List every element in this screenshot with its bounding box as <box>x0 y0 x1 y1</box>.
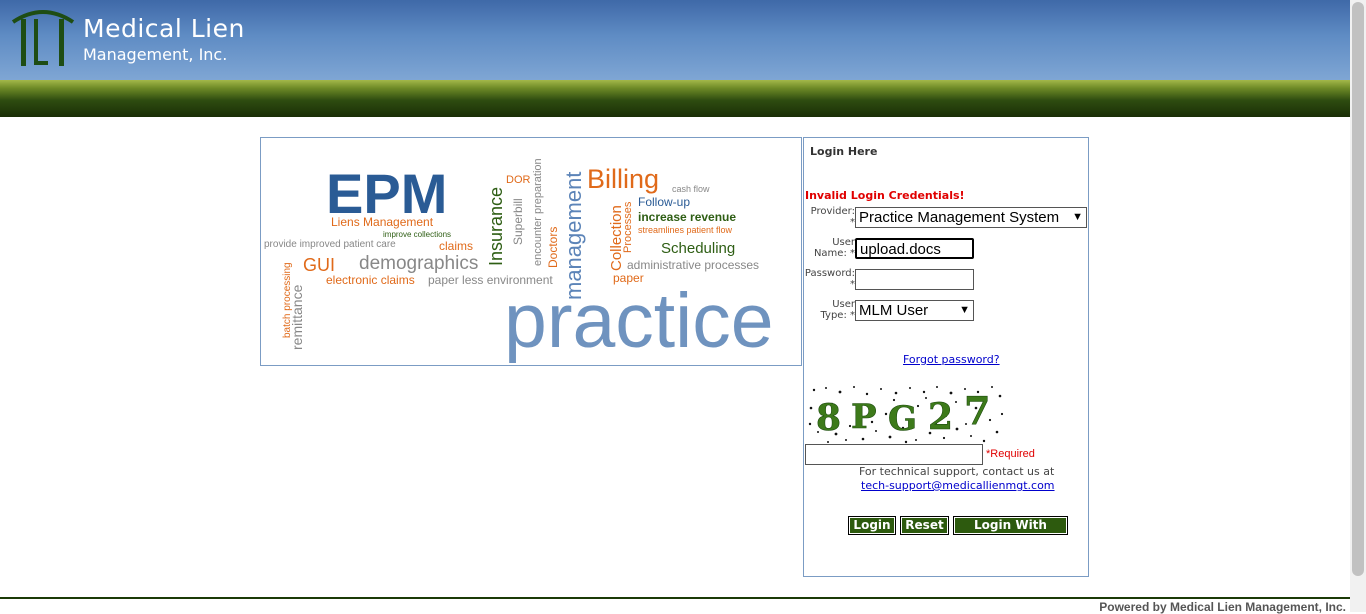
username-label: User Name: * <box>813 237 855 259</box>
word: Liens Management <box>331 215 434 229</box>
reset-button[interactable]: Reset <box>900 516 949 535</box>
captcha-input[interactable] <box>805 444 983 465</box>
usertype-select[interactable]: MLM User ▼ <box>855 300 974 321</box>
logo-title: Medical Lien <box>83 14 245 43</box>
username-input[interactable]: upload.docs <box>855 238 974 259</box>
support-text: For technical support, contact us at <box>859 465 1055 478</box>
word: Doctors <box>546 226 560 268</box>
login-title: Login Here <box>810 145 878 158</box>
svg-text:P: P <box>851 397 877 437</box>
svg-text:G: G <box>888 399 917 439</box>
word: administrative processes <box>627 258 760 272</box>
svg-text:8: 8 <box>816 397 841 439</box>
word: Follow-up <box>638 195 691 209</box>
footer-divider <box>0 597 1350 599</box>
word: practice <box>504 278 774 364</box>
support-email-link[interactable]: tech-support@medicallienmgt.com <box>861 479 1055 492</box>
word: increase revenue <box>638 210 737 224</box>
word: encounter preparation <box>532 158 544 266</box>
word: cash flow <box>672 184 710 194</box>
password-label: Password: * <box>804 268 855 290</box>
word: Processes <box>622 201 634 253</box>
word: improve collections <box>383 230 452 239</box>
error-message: Invalid Login Credentials! <box>805 189 965 202</box>
required-note: *Required <box>986 448 1035 460</box>
login-gmail-button[interactable]: Login With Gmail <box>953 516 1068 549</box>
logo-subtitle: Management, Inc. <box>83 45 228 64</box>
login-button[interactable]: Login <box>848 516 896 535</box>
provider-select[interactable]: Practice Management System ▼ <box>855 207 1087 228</box>
chevron-down-icon: ▼ <box>959 304 970 316</box>
word: provide improved patient care <box>264 239 396 250</box>
login-panel: Login Here Invalid Login Credentials! Pr… <box>803 137 1089 577</box>
captcha-image: 8 P G 2 7 <box>806 384 1005 444</box>
provider-label: Provider: * <box>810 206 855 228</box>
word: Billing <box>587 164 660 194</box>
svg-text:2: 2 <box>928 396 953 438</box>
chevron-down-icon: ▼ <box>1072 211 1083 223</box>
word: Superbill <box>511 198 525 245</box>
password-input[interactable] <box>855 269 974 290</box>
forgot-password-link[interactable]: Forgot password? <box>903 353 1000 366</box>
word-cloud-image: EPM Liens Management improve collections… <box>260 137 802 366</box>
word: streamlines patient flow <box>638 225 733 235</box>
word: GUI <box>303 255 336 275</box>
site-header: Medical Lien Management, Inc. <box>0 0 1350 80</box>
word: DOR <box>506 174 531 186</box>
logo-icon <box>10 6 76 73</box>
word: claims <box>439 239 474 253</box>
word: Insurance <box>486 186 506 266</box>
word: demographics <box>359 253 479 274</box>
header-green-bar <box>0 80 1350 117</box>
svg-text:7: 7 <box>964 388 990 433</box>
word: remittance <box>289 284 305 350</box>
scrollbar-thumb[interactable] <box>1352 2 1364 576</box>
page-scrollbar[interactable] <box>1350 0 1366 612</box>
word: Scheduling <box>661 240 736 257</box>
word: electronic claims <box>326 273 415 287</box>
usertype-label: User Type: * <box>820 299 855 321</box>
word: EPM <box>326 162 448 225</box>
